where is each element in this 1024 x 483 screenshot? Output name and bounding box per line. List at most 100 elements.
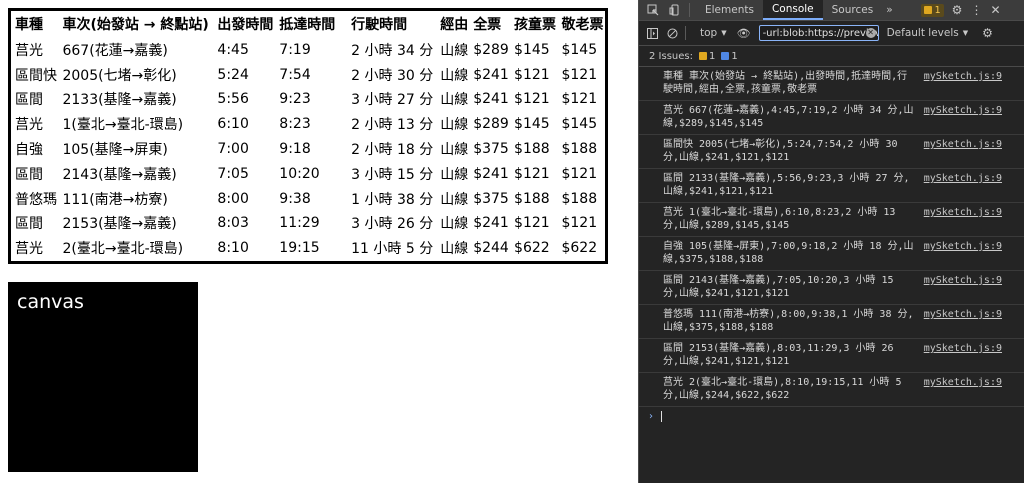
clear-console-icon[interactable]: [665, 26, 679, 40]
cell-child-fare: $121: [514, 215, 550, 232]
log-source-link[interactable]: mySketch.js:9: [924, 139, 1002, 152]
chevron-down-icon: ▼: [721, 29, 727, 37]
info-count: 1: [731, 50, 738, 62]
cell-departure: 7:05: [217, 165, 249, 182]
tab-elements[interactable]: Elements: [696, 0, 763, 20]
cell-duration: 2 小時 18 分: [351, 142, 434, 159]
log-source-link[interactable]: mySketch.js:9: [924, 343, 1002, 356]
chevron-down-icon: ▼: [962, 29, 969, 37]
header-departure: 出發時間: [217, 17, 274, 34]
log-message: 區間 2143(基隆→嘉義),7:05,10:20,3 小時 15 分,山線,$…: [663, 275, 894, 299]
cell-duration: 3 小時 26 分: [351, 216, 434, 233]
issues-link[interactable]: 2 Issues: 1 1: [649, 51, 738, 62]
log-source-link[interactable]: mySketch.js:9: [924, 105, 1002, 118]
issues-counter-button[interactable]: 1: [920, 3, 944, 17]
table-row: 莒光 667(花蓮→嘉義) 4:45 7:19 2 小時 34 分山線 $289 $145 $…: [10, 38, 607, 63]
cell-full-fare: $375: [473, 190, 509, 207]
issues-label: 2 Issues:: [649, 50, 693, 62]
log-source-link[interactable]: mySketch.js:9: [924, 173, 1002, 186]
log-message: 區間 2153(基隆→嘉義),8:03,11:29,3 小時 26 分,山線,$…: [663, 343, 894, 367]
table-row: 莒光 2(臺北→臺北-環島) 8:10 19:15 11 小時 5 分山線 $244 $62…: [10, 236, 607, 262]
cell-train-type: 莒光: [15, 241, 43, 258]
cell-duration: 11 小時 5 分: [351, 241, 434, 258]
log-source-link[interactable]: mySketch.js:9: [924, 71, 1002, 84]
more-options-icon[interactable]: ⋮: [970, 3, 982, 17]
settings-gear-icon[interactable]: ⚙: [952, 3, 963, 17]
cell-full-fare: $375: [473, 141, 509, 158]
cell-full-fare: $241: [473, 66, 509, 83]
cell-train-type: 區間: [15, 166, 43, 183]
cell-train-number: 2133(基隆→嘉義): [62, 92, 177, 109]
table-row: 自強 105(基隆→屏東) 7:00 9:18 2 小時 18 分山線 $375 $188 $…: [10, 137, 607, 162]
console-filter-input[interactable]: -url:blob:https://previev ✕: [758, 25, 879, 41]
log-source-link[interactable]: mySketch.js:9: [924, 241, 1002, 254]
cell-senior-fare: $121: [561, 215, 598, 232]
console-toolbar: top ▼ 👁 -url:blob:https://previev ✕ Defa…: [639, 21, 1024, 46]
console-log-entry: 莒光 1(臺北→臺北-環島),6:10,8:23,2 小時 13 分,山線,$2…: [639, 203, 1024, 237]
console-log-entry: 自強 105(基隆→屏東),7:00,9:18,2 小時 18 分,山線,$37…: [639, 237, 1024, 271]
log-message: 車種 車次(始發站 → 終點站),出發時間,抵達時間,行駛時間,經由,全票,孩童…: [663, 71, 908, 95]
cell-arrival: 10:20: [279, 165, 320, 182]
train-schedule-table: 車種 車次(始發站 → 終點站) 出發時間 抵達時間 行駛時間 經由 全票 孩童…: [8, 8, 608, 264]
cell-child-fare: $145: [514, 41, 550, 58]
sidebar-toggle-icon[interactable]: [645, 26, 659, 40]
page-content: 車種 車次(始發站 → 終點站) 出發時間 抵達時間 行駛時間 經由 全票 孩童…: [0, 0, 638, 483]
cell-route: 山線: [440, 92, 469, 109]
table-row: 區間 2143(基隆→嘉義) 7:05 10:20 3 小時 15 分山線 $241 $12…: [10, 161, 607, 186]
log-levels-dropdown[interactable]: Default levels ▼: [887, 27, 969, 39]
devtools-tab-bar: Elements Console Sources » 1 ⚙ ⋮ ✕: [639, 0, 1024, 21]
cell-duration: 2 小時 13 分: [351, 117, 434, 134]
console-messages: 車種 車次(始發站 → 終點站),出發時間,抵達時間,行駛時間,經由,全票,孩童…: [639, 67, 1024, 407]
tab-console[interactable]: Console: [762, 0, 823, 20]
issues-count: 1: [934, 4, 941, 16]
tab-sources[interactable]: Sources: [823, 0, 883, 20]
context-label: top: [700, 27, 718, 39]
cell-departure: 8:03: [217, 215, 249, 232]
log-source-link[interactable]: mySketch.js:9: [924, 309, 1002, 322]
close-devtools-icon[interactable]: ✕: [990, 3, 1000, 17]
cell-arrival: 9:18: [279, 141, 311, 158]
log-message: 莒光 1(臺北→臺北-環島),6:10,8:23,2 小時 13 分,山線,$2…: [663, 207, 896, 231]
cell-departure: 8:10: [217, 240, 249, 257]
header-senior-fare: 敬老票: [561, 17, 604, 34]
cell-route: 山線: [440, 216, 469, 233]
live-expression-eye-icon[interactable]: 👁: [737, 27, 751, 40]
tab-divider: [689, 3, 690, 17]
warning-count: 1: [708, 50, 716, 62]
header-route: 經由: [440, 17, 469, 34]
log-source-link[interactable]: mySketch.js:9: [924, 275, 1002, 288]
cell-departure: 7:00: [217, 141, 249, 158]
log-source-link[interactable]: mySketch.js:9: [924, 377, 1002, 390]
cell-train-type: 區間: [15, 216, 43, 233]
cell-child-fare: $622: [514, 240, 550, 257]
console-prompt[interactable]: ›: [639, 407, 1024, 426]
cell-child-fare: $121: [514, 91, 550, 108]
header-arrival: 抵達時間: [279, 17, 336, 34]
cell-train-number: 2153(基隆→嘉義): [62, 216, 177, 233]
inspect-element-icon[interactable]: [645, 3, 661, 17]
cell-arrival: 7:54: [279, 66, 311, 83]
cell-departure: 5:24: [217, 66, 249, 83]
cell-train-number: 667(花蓮→嘉義): [62, 42, 168, 59]
table-row: 區間快 2005(七堵→彰化) 5:24 7:54 2 小時 30 分山線 $241 $12…: [10, 62, 607, 87]
more-tabs-icon[interactable]: »: [882, 4, 896, 16]
cell-senior-fare: $188: [561, 190, 598, 207]
cell-child-fare: $121: [514, 165, 550, 182]
cell-train-type: 莒光: [15, 42, 43, 59]
log-message: 區間 2133(基隆→嘉義),5:56,9:23,3 小時 27 分,山線,$2…: [663, 173, 910, 197]
clear-filter-icon[interactable]: ✕: [865, 28, 876, 38]
text-caret: [661, 411, 662, 422]
console-settings-gear-icon[interactable]: ⚙: [982, 26, 993, 40]
log-source-link[interactable]: mySketch.js:9: [924, 207, 1002, 220]
table-body: 莒光 667(花蓮→嘉義) 4:45 7:19 2 小時 34 分山線 $289 $145 $…: [10, 38, 607, 263]
cell-duration: 3 小時 15 分: [351, 166, 434, 183]
log-message: 莒光 2(臺北→臺北-環島),8:10,19:15,11 小時 5 分,山線,$…: [663, 377, 902, 401]
context-selector[interactable]: top ▼: [700, 27, 727, 39]
cell-departure: 8:00: [217, 190, 249, 207]
issues-bar: 2 Issues: 1 1: [639, 46, 1024, 67]
cell-route: 山線: [440, 241, 469, 258]
sketch-canvas[interactable]: canvas: [8, 282, 198, 472]
cell-child-fare: $188: [514, 141, 550, 158]
console-log-entry: 車種 車次(始發站 → 終點站),出發時間,抵達時間,行駛時間,經由,全票,孩童…: [639, 67, 1024, 101]
device-toolbar-icon[interactable]: [667, 3, 683, 17]
